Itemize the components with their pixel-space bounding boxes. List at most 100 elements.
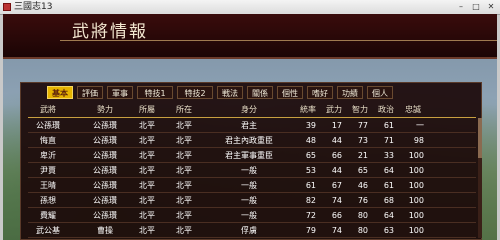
table-row[interactable]: 悔直 公孫瓚 北平 北平 君主內政重臣 48 44 73 71 98 — [28, 134, 476, 148]
table-row[interactable]: 武公基 曹操 北平 北平 俘虜 79 74 80 63 100 — [28, 224, 476, 238]
cell-status: 君主 — [241, 121, 257, 130]
cell-location: 北平 — [176, 121, 192, 130]
cell-status: 一般 — [241, 211, 257, 220]
cell-lead: 65 — [305, 151, 316, 160]
close-button[interactable]: ✕ — [485, 2, 497, 11]
cell-pol: 68 — [383, 196, 394, 205]
table-row[interactable]: 費耀 公孫瓚 北平 北平 一般 72 66 80 64 100 — [28, 209, 476, 223]
cell-name: 王晴 — [40, 181, 56, 190]
cell-status: 君主內政重臣 — [225, 136, 273, 145]
maximize-button[interactable]: □ — [470, 2, 482, 11]
cell-belong: 北平 — [139, 181, 155, 190]
cell-lead: 48 — [305, 136, 316, 145]
column-header-intelligence[interactable]: 智力 — [348, 104, 372, 116]
cell-belong: 北平 — [139, 211, 155, 220]
cell-int: 46 — [357, 181, 368, 190]
cell-belong: 北平 — [139, 121, 155, 130]
cell-loyal: 100 — [408, 226, 424, 235]
table-row[interactable]: 尹賈 公孫瓚 北平 北平 一般 53 44 65 64 100 — [28, 164, 476, 178]
cell-faction: 公孫瓚 — [93, 211, 117, 220]
cell-faction: 公孫瓚 — [93, 136, 117, 145]
cell-status: 一般 — [241, 166, 257, 175]
panel-title: 武將情報 — [72, 22, 148, 42]
tab-basic[interactable]: 基本 — [47, 86, 73, 99]
cell-lead: 61 — [305, 181, 316, 190]
cell-loyal: 98 — [413, 136, 424, 145]
cell-location: 北平 — [176, 196, 192, 205]
column-header-location[interactable]: 所在 — [164, 104, 204, 116]
table-row[interactable]: 卑沂 公孫瓚 北平 北平 君主軍事重臣 65 66 21 33 100 — [28, 149, 476, 163]
cell-belong: 北平 — [139, 196, 155, 205]
cell-faction: 公孫瓚 — [93, 121, 117, 130]
cell-int: 65 — [357, 166, 368, 175]
cell-location: 北平 — [176, 151, 192, 160]
column-header-leadership[interactable]: 統率 — [296, 104, 320, 116]
table-row[interactable]: 孫想 公孫瓚 北平 北平 一般 82 74 76 68 100 — [28, 194, 476, 208]
cell-lead: 79 — [305, 226, 316, 235]
tab-skill-2[interactable]: 特技2 — [177, 86, 213, 99]
cell-status: 君主軍事重臣 — [225, 151, 273, 160]
cell-war: 74 — [331, 226, 342, 235]
cell-location: 北平 — [176, 181, 192, 190]
cell-int: 77 — [357, 121, 368, 130]
cell-war: 74 — [331, 196, 342, 205]
window-title: 三國志13 — [14, 2, 53, 12]
cell-name: 武公基 — [36, 226, 60, 235]
cell-int: 80 — [357, 226, 368, 235]
tab-tactics[interactable]: 戦法 — [217, 86, 243, 99]
column-header-status[interactable]: 身分 — [204, 104, 294, 116]
cell-war: 66 — [331, 211, 342, 220]
column-header-politics[interactable]: 政治 — [374, 104, 398, 116]
tab-military[interactable]: 軍事 — [107, 86, 133, 99]
tab-relations[interactable]: 關係 — [247, 86, 273, 99]
scrollbar-thumb[interactable] — [478, 118, 482, 158]
column-header-loyalty[interactable]: 忠誠 — [400, 104, 426, 116]
window-titlebar[interactable]: 三國志13 – □ ✕ — [0, 0, 500, 15]
cell-lead: 39 — [305, 121, 316, 130]
cell-pol: 71 — [383, 136, 394, 145]
cell-lead: 53 — [305, 166, 316, 175]
table-row[interactable]: 公孫瓚 公孫瓚 北平 北平 君主 39 17 77 61 一 — [28, 119, 476, 133]
cell-pol: 61 — [383, 181, 394, 190]
cell-name: 費耀 — [40, 211, 56, 220]
cell-war: 17 — [331, 121, 342, 130]
tab-skill-1[interactable]: 特技1 — [137, 86, 173, 99]
cell-belong: 北平 — [139, 136, 155, 145]
minimize-button[interactable]: – — [455, 2, 467, 11]
cell-belong: 北平 — [139, 151, 155, 160]
tab-preferences[interactable]: 嗜好 — [307, 86, 333, 99]
cell-war: 66 — [331, 151, 342, 160]
cell-belong: 北平 — [139, 226, 155, 235]
cell-name: 悔直 — [40, 136, 56, 145]
tab-personality[interactable]: 個性 — [277, 86, 303, 99]
cell-war: 67 — [331, 181, 342, 190]
column-header-officer[interactable]: 武將 — [28, 104, 68, 116]
column-header-faction[interactable]: 勢力 — [80, 104, 130, 116]
column-header-belong[interactable]: 所屬 — [130, 104, 164, 116]
cell-pol: 33 — [383, 151, 394, 160]
cell-pol: 64 — [383, 211, 394, 220]
tab-evaluation[interactable]: 評価 — [77, 86, 103, 99]
cell-lead: 72 — [305, 211, 316, 220]
cell-loyal: 100 — [408, 196, 424, 205]
header-rule — [28, 117, 476, 118]
cell-war: 44 — [331, 136, 342, 145]
cell-int: 73 — [357, 136, 368, 145]
cell-loyal: 100 — [408, 181, 424, 190]
cell-loyal: 一 — [416, 121, 424, 130]
tab-personal[interactable]: 個人 — [367, 86, 393, 99]
tab-achievements[interactable]: 功績 — [337, 86, 363, 99]
cell-name: 卑沂 — [40, 151, 56, 160]
cell-faction: 公孫瓚 — [93, 181, 117, 190]
cell-location: 北平 — [176, 166, 192, 175]
cell-location: 北平 — [176, 226, 192, 235]
cell-belong: 北平 — [139, 166, 155, 175]
cell-int: 80 — [357, 211, 368, 220]
cell-int: 76 — [357, 196, 368, 205]
table-row[interactable]: 王晴 公孫瓚 北平 北平 一般 61 67 46 61 100 — [28, 179, 476, 193]
cell-pol: 63 — [383, 226, 394, 235]
cell-name: 尹賈 — [40, 166, 56, 175]
column-header-war[interactable]: 武力 — [322, 104, 346, 116]
cell-pol: 61 — [383, 121, 394, 130]
cell-loyal: 100 — [408, 211, 424, 220]
